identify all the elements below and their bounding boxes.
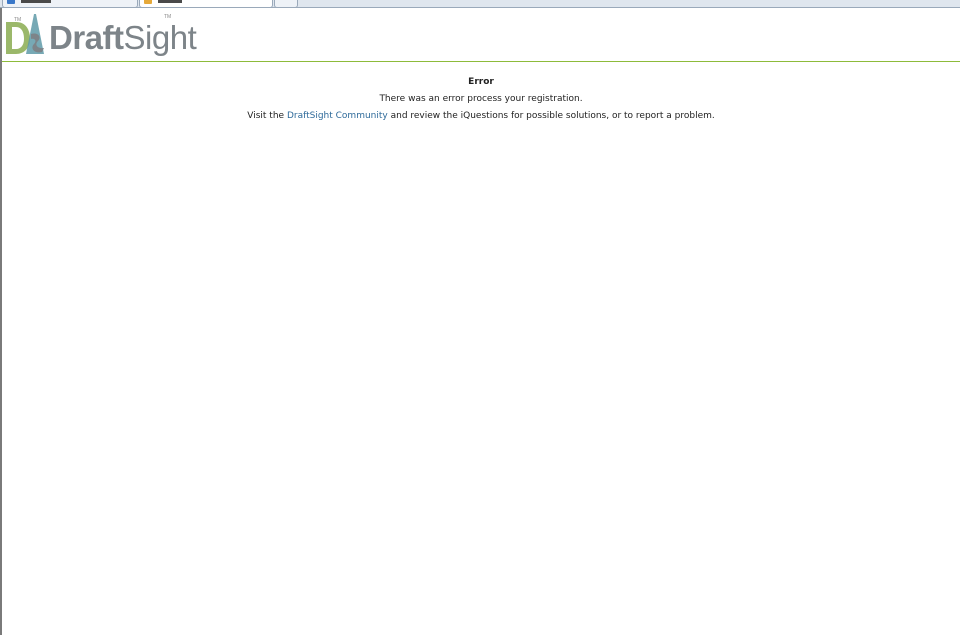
tab-label	[158, 0, 182, 3]
page-icon	[144, 0, 152, 4]
logo-brand-light: Sight	[123, 19, 197, 56]
error-message: There was an error process your registra…	[379, 94, 583, 104]
logo-wordmark: DraftSight	[49, 19, 197, 56]
draftsight-community-link[interactable]: DraftSight Community	[287, 111, 388, 121]
trademark-mark: TM	[164, 14, 172, 20]
page-viewport: TM DraftSight TM Error There was an erro…	[0, 8, 960, 635]
error-title: Error	[468, 77, 494, 87]
page-icon	[7, 0, 15, 4]
draftsight-logo[interactable]: TM DraftSight TM	[4, 10, 197, 58]
draftsight-logo-icon: TM	[6, 14, 44, 54]
site-header: TM DraftSight TM	[2, 8, 960, 62]
error-panel: Error There was an error process your re…	[2, 74, 960, 125]
header-divider	[2, 61, 960, 62]
help-prefix: Visit the	[247, 111, 287, 121]
new-tab-button[interactable]	[274, 0, 298, 7]
svg-text:TM: TM	[14, 17, 21, 23]
help-line: Visit the DraftSight Community and revie…	[2, 108, 960, 125]
help-suffix: and review the iQuestions for possible s…	[387, 111, 715, 121]
browser-tab-active[interactable]	[139, 0, 273, 7]
logo-brand-bold: Draft	[49, 19, 124, 56]
tab-label	[21, 0, 51, 3]
browser-tab-strip	[0, 0, 960, 8]
browser-tab[interactable]	[2, 0, 138, 7]
